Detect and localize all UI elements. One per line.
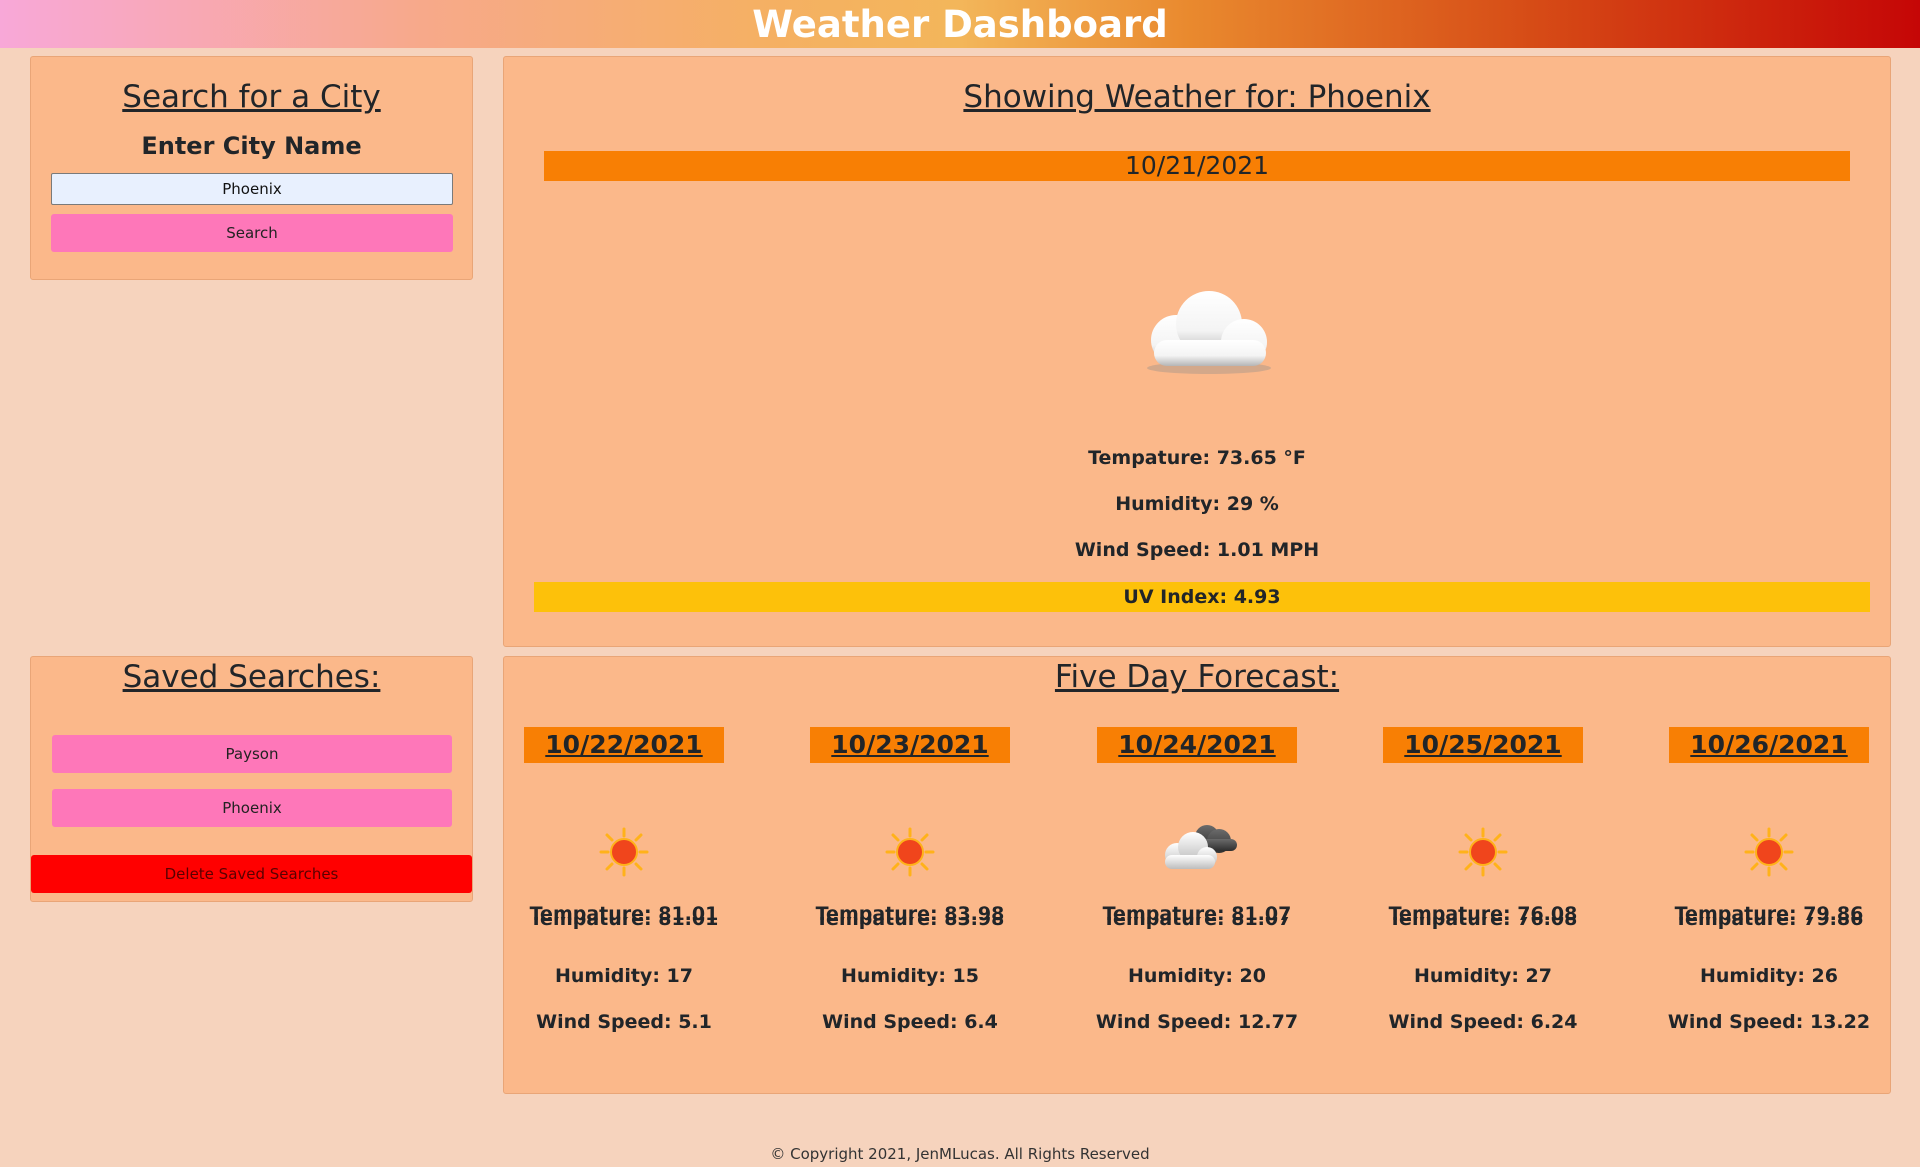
forecast-date: 10/22/2021 — [524, 727, 724, 763]
forecast-temperature-overlap: Tempature: 81.01 — [529, 917, 719, 929]
search-title: Search for a City — [122, 79, 381, 115]
forecast-wind-speed: Wind Speed: 6.4 — [822, 1011, 998, 1033]
city-input-label: Enter City Name — [141, 132, 362, 160]
current-date: 10/21/2021 — [544, 151, 1850, 181]
forecast-date: 10/23/2021 — [810, 727, 1010, 763]
forecast-temperature-overlap: Tempature: 79.86 — [1674, 917, 1864, 929]
sun-icon — [1744, 827, 1794, 881]
forecast-humidity: Humidity: 17 — [555, 965, 693, 987]
forecast-humidity: Humidity: 26 — [1700, 965, 1838, 987]
sun-icon — [1458, 827, 1508, 881]
delete-saved-searches-button[interactable]: Delete Saved Searches — [31, 855, 472, 893]
forecast-date: 10/26/2021 — [1669, 727, 1869, 763]
current-wind-speed: Wind Speed: 1.01 MPH — [1074, 539, 1320, 561]
forecast-temperature-overlap: Tempature: 76.08 — [1388, 917, 1578, 929]
forecast-day-card: 10/25/2021 Tempature: 76.08 Tempature: 7… — [1383, 727, 1583, 1067]
five-day-forecast-panel: Five Day Forecast: 10/22/2021 Tempature:… — [503, 656, 1891, 1094]
current-weather-title: Showing Weather for: Phoenix — [963, 79, 1431, 115]
page-title: Weather Dashboard — [752, 3, 1168, 46]
city-search-input[interactable] — [51, 173, 453, 205]
forecast-date: 10/25/2021 — [1383, 727, 1583, 763]
forecast-day-card: 10/24/2021 Tempature: 81.07 Tempature: 8… — [1096, 727, 1298, 1067]
forecast-humidity: Humidity: 15 — [841, 965, 979, 987]
copyright-footer: © Copyright 2021, JenMLucas. All Rights … — [770, 1145, 1150, 1163]
sun-icon — [885, 827, 935, 881]
forecast-wind-speed: Wind Speed: 6.24 — [1388, 1011, 1578, 1033]
forecast-wind-speed: Wind Speed: 13.22 — [1667, 1011, 1871, 1033]
saved-searches-title: Saved Searches: — [122, 659, 381, 695]
forecast-date: 10/24/2021 — [1097, 727, 1297, 763]
forecast-day-card: 10/23/2021 Tempature: 83.98 Tempature: 8… — [810, 727, 1010, 1067]
forecast-wind-speed: Wind Speed: 5.1 — [536, 1011, 712, 1033]
forecast-humidity: Humidity: 20 — [1128, 965, 1266, 987]
current-weather-panel: Showing Weather for: Phoenix 10/21/2021 … — [503, 56, 1891, 647]
cloud-icon — [1134, 282, 1279, 382]
saved-search-button-phoenix[interactable]: Phoenix — [52, 789, 452, 827]
saved-search-button-payson[interactable]: Payson — [52, 735, 452, 773]
forecast-temperature-overlap: Tempature: 83.98 — [815, 917, 1005, 929]
current-humidity: Humidity: 29 % — [1115, 493, 1279, 515]
sun-icon — [599, 827, 649, 881]
current-temperature: Tempature: 73.65 °F — [1088, 447, 1306, 469]
forecast-temperature-overlap: Tempature: 81.07 — [1102, 917, 1292, 929]
forecast-day-card: 10/26/2021 Tempature: 79.86 Tempature: 7… — [1668, 727, 1870, 1067]
search-button[interactable]: Search — [51, 214, 453, 252]
forecast-day-card: 10/22/2021 Tempature: 81.01 Tempature: 8… — [524, 727, 724, 1067]
partly-cloudy-icon — [1155, 819, 1241, 879]
uv-index-badge: UV Index: 4.93 — [534, 582, 1870, 612]
search-panel: Search for a City Enter City Name Search — [30, 56, 473, 280]
top-banner: Weather Dashboard — [0, 0, 1920, 48]
forecast-humidity: Humidity: 27 — [1414, 965, 1552, 987]
forecast-title: Five Day Forecast: — [1054, 659, 1340, 695]
forecast-wind-speed: Wind Speed: 12.77 — [1095, 1011, 1299, 1033]
saved-searches-panel: Saved Searches: Payson Phoenix Delete Sa… — [30, 656, 473, 902]
